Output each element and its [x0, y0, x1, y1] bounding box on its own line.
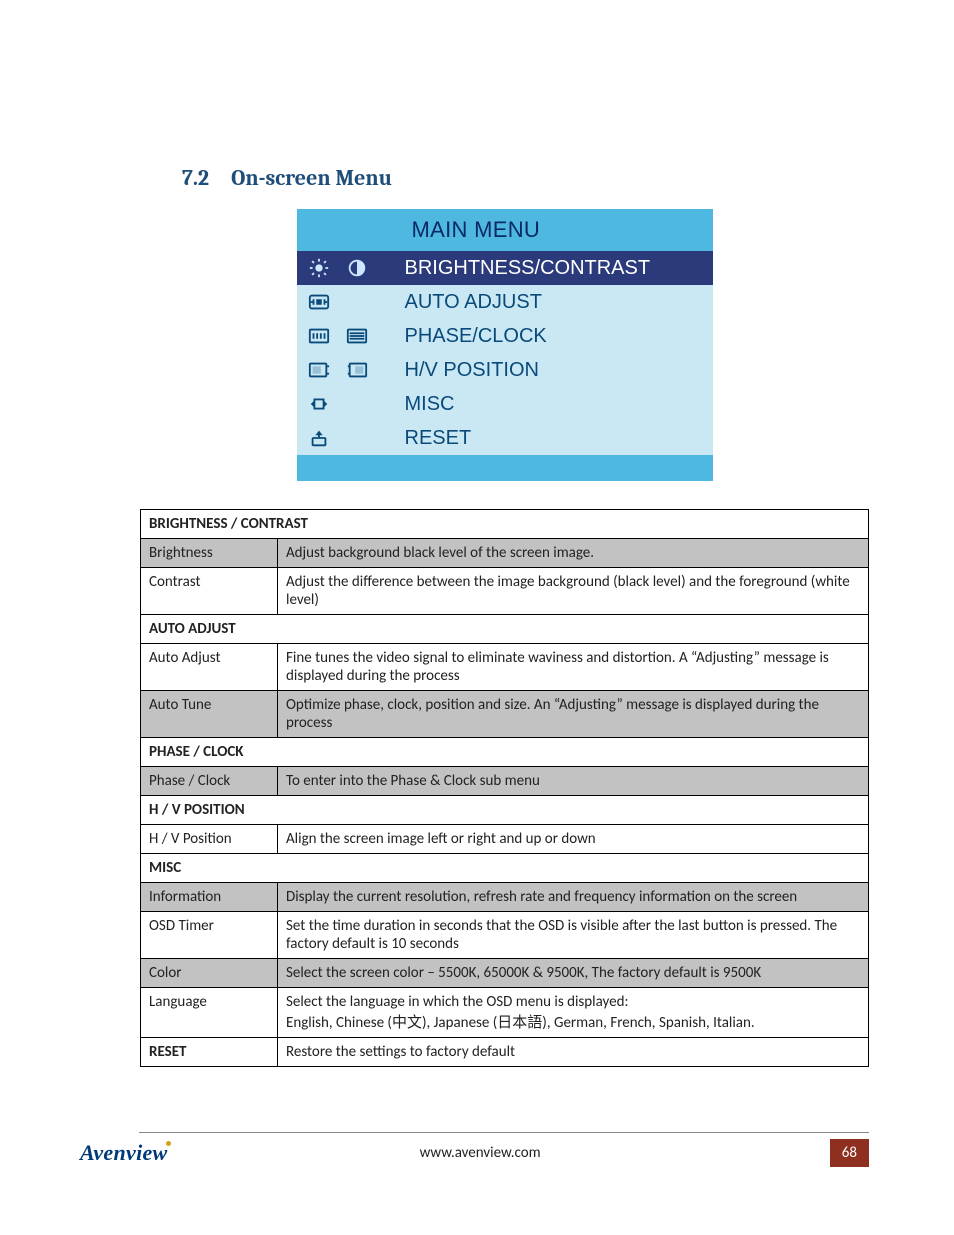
contrast-icon [343, 257, 371, 279]
osd-item[interactable]: H/V POSITION [297, 353, 713, 387]
section-header-cell: H / V POSITION [141, 796, 869, 825]
osd-item-label: H/V POSITION [405, 359, 539, 382]
osd-item-icons [305, 393, 405, 415]
setting-name: Auto Adjust [141, 644, 278, 691]
brightness-icon [305, 257, 333, 279]
table-section-header: AUTO ADJUST [141, 615, 869, 644]
section-header-cell: PHASE / CLOCK [141, 738, 869, 767]
setting-name: Auto Tune [141, 691, 278, 738]
setting-desc: Fine tunes the video signal to eliminate… [278, 644, 869, 691]
setting-desc: Optimize phase, clock, position and size… [278, 691, 869, 738]
footer-rule [139, 1132, 869, 1133]
setting-desc: Adjust the difference between the image … [278, 568, 869, 615]
setting-name: Contrast [141, 568, 278, 615]
osd-item-label: RESET [405, 427, 472, 450]
table-row: OSD TimerSet the time duration in second… [141, 912, 869, 959]
page-footer: Avenview www.avenview.com 68 [85, 1132, 869, 1167]
section-number: 7.2 [182, 165, 209, 191]
section-header-cell: MISC [141, 854, 869, 883]
table-row: Phase / ClockTo enter into the Phase & C… [141, 767, 869, 796]
setting-name: Language [141, 988, 278, 1038]
section-title: On-screen Menu [231, 165, 392, 191]
table-row: ColorSelect the screen color – 5500K, 65… [141, 959, 869, 988]
vpos-icon [343, 359, 371, 381]
table-row: Auto AdjustFine tunes the video signal t… [141, 644, 869, 691]
table-section-header: H / V POSITION [141, 796, 869, 825]
table-section-header: MISC [141, 854, 869, 883]
table-row: Auto TuneOptimize phase, clock, position… [141, 691, 869, 738]
setting-name: OSD Timer [141, 912, 278, 959]
phase-icon [305, 325, 333, 347]
table-row: BrightnessAdjust background black level … [141, 539, 869, 568]
setting-desc: Align the screen image left or right and… [278, 825, 869, 854]
osd-item-label: MISC [405, 393, 455, 416]
setting-name: Information [141, 883, 278, 912]
setting-desc: Set the time duration in seconds that th… [278, 912, 869, 959]
osd-item-icons [305, 257, 405, 279]
hpos-icon [305, 359, 333, 381]
setting-name: Color [141, 959, 278, 988]
setting-name: Phase / Clock [141, 767, 278, 796]
setting-desc: Restore the settings to factory default [278, 1038, 869, 1067]
section-header-cell: AUTO ADJUST [141, 615, 869, 644]
page-number: 68 [830, 1139, 869, 1167]
setting-desc: Select the screen color – 5500K, 65000K … [278, 959, 869, 988]
osd-header: MAIN MENU [297, 209, 713, 251]
footer-url: www.avenview.com [131, 1144, 830, 1162]
document-page: 7.2 On-screen Menu MAIN MENU BRIGHTNESS/C… [0, 0, 954, 1235]
section-heading: 7.2 On-screen Menu [182, 165, 869, 191]
setting-name: RESET [141, 1038, 278, 1067]
osd-item-icons [305, 291, 405, 313]
setting-desc: Select the language in which the OSD men… [278, 988, 869, 1038]
table-row: H / V PositionAlign the screen image lef… [141, 825, 869, 854]
table-row: ContrastAdjust the difference between th… [141, 568, 869, 615]
setting-name: H / V Position [141, 825, 278, 854]
osd-footer-bar [297, 455, 713, 481]
osd-item[interactable]: PHASE/CLOCK [297, 319, 713, 353]
osd-item[interactable]: AUTO ADJUST [297, 285, 713, 319]
setting-desc: To enter into the Phase & Clock sub menu [278, 767, 869, 796]
table-section-header: BRIGHTNESS / CONTRAST [141, 510, 869, 539]
osd-item-icons [305, 325, 405, 347]
osd-item[interactable]: BRIGHTNESS/CONTRAST [297, 251, 713, 285]
clock-icon [343, 325, 371, 347]
osd-item-label: PHASE/CLOCK [405, 325, 547, 348]
misc-icon [305, 393, 333, 415]
setting-desc: Display the current resolution, refresh … [278, 883, 869, 912]
osd-item-label: AUTO ADJUST [405, 291, 542, 314]
settings-table: BRIGHTNESS / CONTRASTBrightnessAdjust ba… [140, 509, 869, 1067]
reset-icon [305, 427, 333, 449]
section-header-cell: BRIGHTNESS / CONTRAST [141, 510, 869, 539]
osd-item[interactable]: RESET [297, 421, 713, 455]
table-row: InformationDisplay the current resolutio… [141, 883, 869, 912]
osd-item[interactable]: MISC [297, 387, 713, 421]
auto-adjust-icon [305, 291, 333, 313]
setting-desc: Adjust background black level of the scr… [278, 539, 869, 568]
table-section-header: RESETRestore the settings to factory def… [141, 1038, 869, 1067]
osd-item-icons [305, 427, 405, 449]
table-row: LanguageSelect the language in which the… [141, 988, 869, 1038]
setting-name: Brightness [141, 539, 278, 568]
osd-item-label: BRIGHTNESS/CONTRAST [405, 257, 651, 280]
osd-item-icons [305, 359, 405, 381]
table-section-header: PHASE / CLOCK [141, 738, 869, 767]
osd-menu: MAIN MENU BRIGHTNESS/CONTRAST AUTO ADJUST… [297, 209, 713, 481]
